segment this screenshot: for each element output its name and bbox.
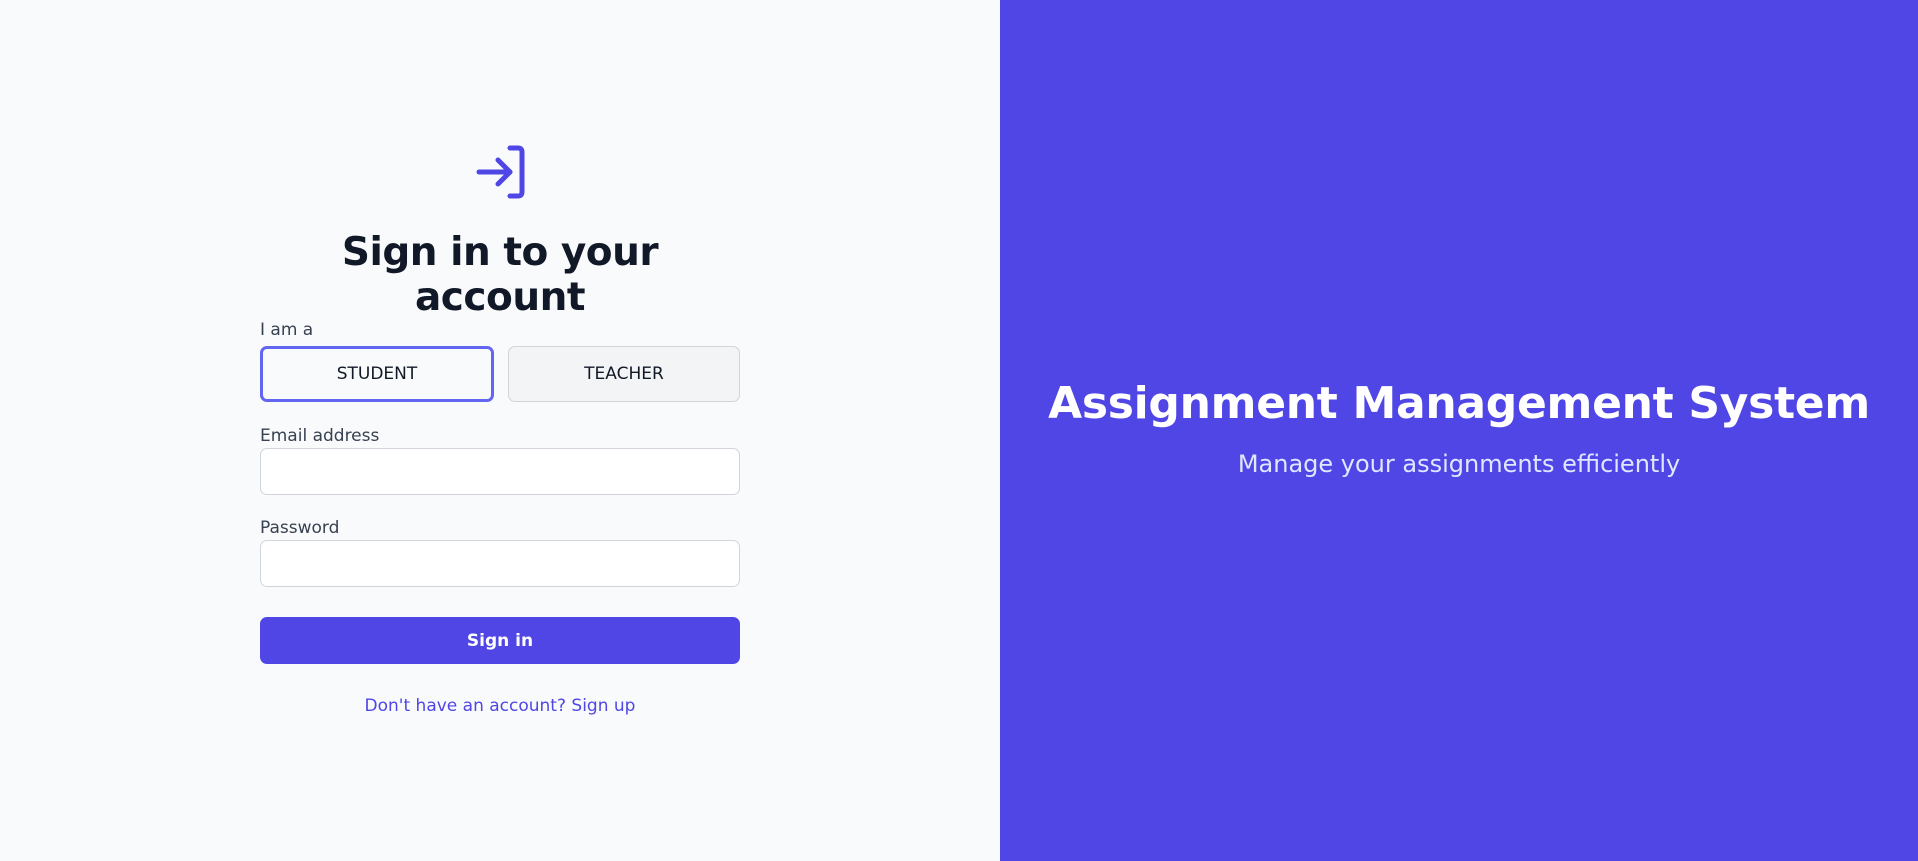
password-field[interactable]: [260, 540, 740, 587]
email-field[interactable]: [260, 448, 740, 495]
hero-subtitle: Manage your assignments efficiently: [1237, 450, 1681, 478]
hero-title: Assignment Management System: [1048, 378, 1870, 429]
email-label: Email address: [260, 426, 380, 446]
role-student-button[interactable]: STUDENT: [260, 346, 494, 402]
login-panel: Sign in to your account I am a STUDENT T…: [0, 0, 1000, 861]
role-teacher-button[interactable]: TEACHER: [508, 346, 740, 402]
login-arrow-icon: [476, 145, 525, 199]
page-title: Sign in to your account: [341, 230, 659, 320]
login-page: Sign in to your account I am a STUDENT T…: [0, 0, 1918, 861]
signup-link[interactable]: Don't have an account? Sign up: [260, 696, 740, 716]
role-label: I am a: [260, 320, 314, 340]
password-label: Password: [260, 518, 340, 538]
hero-panel: Assignment Management System Manage your…: [1000, 0, 1918, 861]
sign-in-button[interactable]: Sign in: [260, 617, 740, 664]
